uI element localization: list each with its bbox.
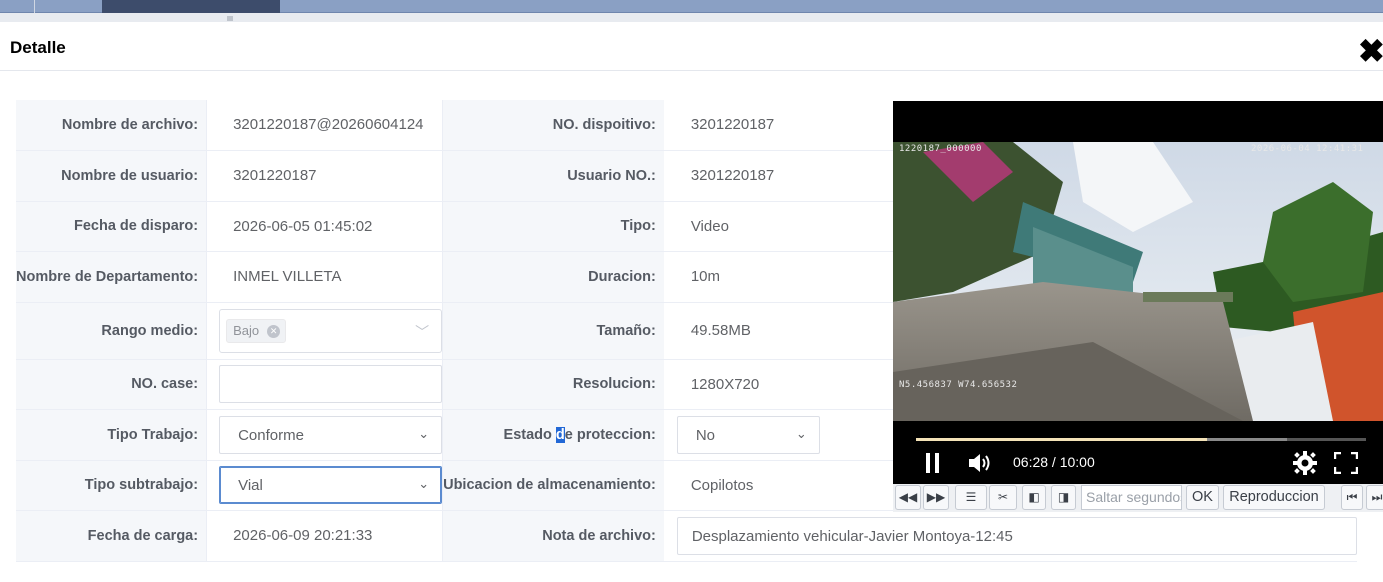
top-tab-strip [0,0,1383,22]
range-multiselect[interactable]: Bajo ✕ ﹀ [219,308,442,353]
osd-timestamp: 2026-06-04 12:41:31 [1251,144,1364,154]
ok-button[interactable]: OK [1186,485,1219,510]
osd-gps: N5.456837 W74.656532 [899,380,1018,390]
value-trigger-date: 2026-06-05 01:45:02 [206,201,444,252]
label-note: Nota de archivo: [442,510,664,562]
progress-played [916,438,1207,441]
playback-toolbar: ◀◀ ▶▶ ☰ ✂ ◧ ◨ Saltar segundos OK Reprodu… [893,484,1383,512]
video-frame[interactable]: 1220187_000000 2026-06-04 12:41:31 N5.45… [893,142,1383,421]
chevron-down-icon: ﹀ [415,323,430,340]
chevron-down-icon: ⌄ [795,425,807,441]
label-size: Tamaño: [442,302,664,360]
range-tag: Bajo ✕ [226,318,287,343]
video-player[interactable]: 1220187_000000 2026-06-04 12:41:31 N5.45… [893,101,1383,484]
seek-seconds-input[interactable]: Saltar segundos [1081,485,1182,510]
label-type: Tipo: [442,201,664,252]
row-upload-date: Fecha de carga: 2026-06-09 20:21:33 Nota… [16,510,1357,562]
skip-end-icon[interactable]: ⏭ [1366,485,1383,510]
scissors-icon[interactable]: ✂ [989,485,1017,510]
label-range: Rango medio: [16,302,208,360]
volume-icon[interactable] [969,453,993,478]
tab-separator [34,0,35,13]
value-department: INMEL VILLETA [206,251,444,303]
tag-remove-icon[interactable]: ✕ [267,324,281,338]
close-icon[interactable]: ✖ [1358,35,1383,67]
label-duration: Duracion: [442,251,664,303]
label-storage: Ubicacion de almacenamiento: [442,460,664,511]
label-trigger-date: Fecha de disparo: [16,201,208,252]
active-tab[interactable] [102,0,280,13]
work-type-value: Conforme [238,426,304,444]
resize-grip[interactable] [227,16,233,21]
range-tag-label: Bajo [233,322,260,338]
dialog-header: Detalle ✖ [0,22,1383,71]
label-user-name: Nombre de usuario: [16,150,208,202]
osd-device-id: 1220187_000000 [899,144,982,154]
sub-type-select[interactable]: Vial ⌄ [219,466,442,504]
dialog-title: Detalle [10,38,66,57]
label-upload-date: Fecha de carga: [16,510,208,562]
protection-select[interactable]: No ⌄ [676,415,820,454]
label-protection: Estado de proteccion: [442,409,664,461]
sub-type-value: Vial [238,477,263,494]
case-no-input[interactable] [219,365,442,403]
protection-value: No [695,426,716,444]
chevron-down-icon: ⌄ [418,476,430,491]
label-file-name: Nombre de archivo: [16,100,208,151]
note-input[interactable]: Desplazamiento vehicular-Javier Montoya-… [676,516,1357,555]
frame-forward-icon[interactable]: ◨ [1051,485,1076,510]
note-value: Desplazamiento vehicular-Javier Montoya-… [691,527,1013,545]
rewind-icon[interactable]: ◀◀ [895,485,921,510]
frame-back-icon[interactable]: ◧ [1022,485,1046,510]
list-icon[interactable]: ☰ [955,485,987,510]
value-file-name: 3201220187@20260604124 [233,116,424,134]
label-work-type: Tipo Trabajo: [16,409,208,461]
time-display: 06:28 / 10:00 [1013,454,1095,470]
label-case-no: NO. case: [16,359,208,410]
pause-icon[interactable] [926,453,940,473]
gear-icon[interactable] [1293,451,1317,480]
label-user-no: Usuario NO.: [442,150,664,202]
label-device-no: NO. dispoitivo: [442,100,664,151]
fast-forward-icon[interactable]: ▶▶ [923,485,949,510]
playback-button[interactable]: Reproduccion [1223,485,1325,510]
value-user-name: 3201220187 [206,150,444,202]
skip-start-icon[interactable]: ⏮ [1341,485,1363,510]
work-type-select[interactable]: Conforme ⌄ [219,415,442,454]
video-controls: 06:28 / 10:00 [893,421,1383,484]
chevron-down-icon: ⌄ [418,425,430,441]
label-department: Nombre de Departamento: [16,251,208,303]
fullscreen-icon[interactable] [1333,451,1359,479]
value-upload-date: 2026-06-09 20:21:33 [206,510,444,562]
label-sub-type: Tipo subtrabajo: [16,460,208,511]
label-resolution: Resolucion: [442,359,664,410]
